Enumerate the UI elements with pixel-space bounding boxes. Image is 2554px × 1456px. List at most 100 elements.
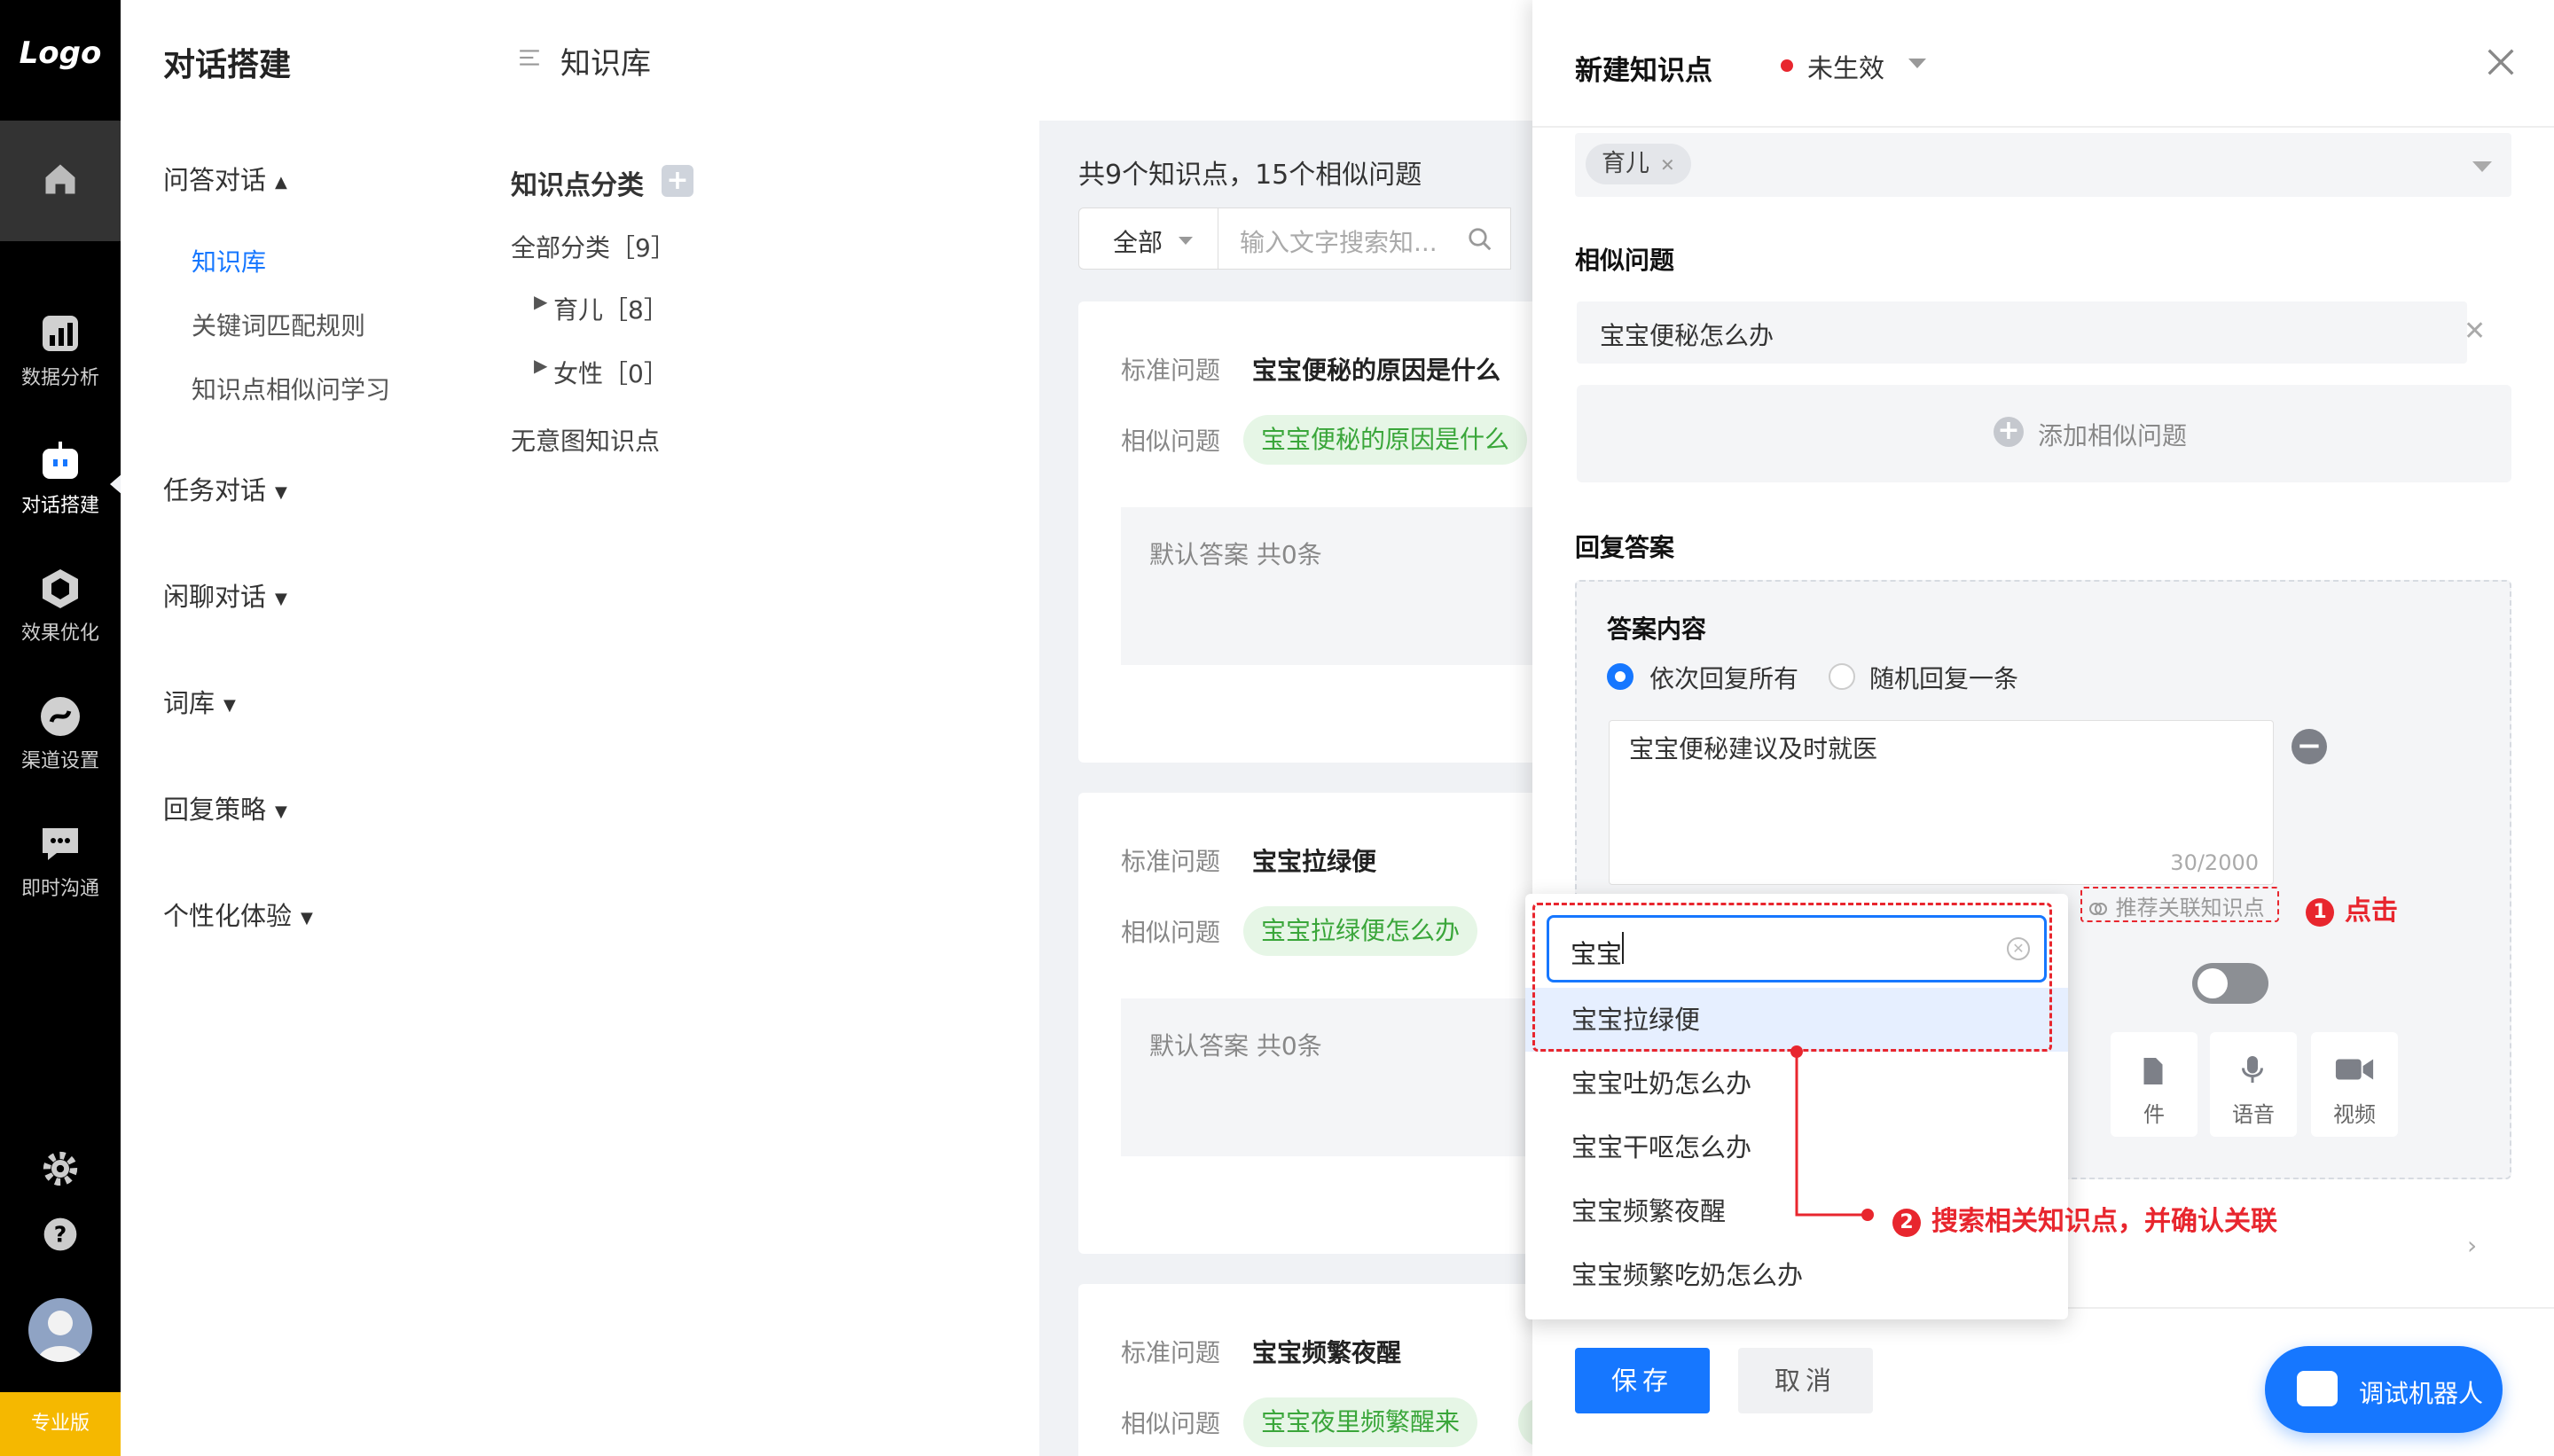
rail-item-analytics[interactable]: 数据分析	[0, 312, 121, 390]
status-dot	[1781, 59, 1793, 72]
sidebar-item-knowledge-base[interactable]: 知识库	[192, 243, 266, 278]
avatar[interactable]	[28, 1298, 92, 1362]
add-category-button[interactable]: +	[662, 165, 693, 197]
chevron-right-icon[interactable]: ›	[2467, 1231, 2477, 1260]
plus-circle-icon: +	[1994, 417, 2024, 447]
robot-icon	[2297, 1371, 2338, 1406]
std-label: 标准问题	[1121, 847, 1221, 876]
status-select[interactable]: 未生效	[1807, 48, 1884, 85]
cancel-button[interactable]: 取消	[1738, 1348, 1873, 1413]
robot-icon	[43, 442, 78, 479]
answer-textarea[interactable]: 宝宝便秘建议及时就医 30/2000	[1609, 720, 2274, 885]
category-parenting[interactable]: 育儿［8］	[553, 291, 669, 326]
rail-item-chat[interactable]: 即时沟通	[0, 823, 121, 901]
caret-right-icon[interactable]: ▶	[534, 355, 547, 376]
help-icon[interactable]: ?	[43, 1217, 78, 1252]
file-tool-button[interactable]: 件	[2111, 1032, 2198, 1137]
radio-reply-random[interactable]	[1829, 663, 1855, 690]
voice-tool-button[interactable]: 语音	[2210, 1032, 2297, 1137]
rail-item-dialog-build[interactable]: 对话搭建	[0, 440, 121, 518]
chip-close-icon[interactable]: ✕	[1660, 154, 1675, 176]
search-input[interactable]: 输入文字搜索知...	[1218, 207, 1511, 270]
radio-reply-all[interactable]	[1607, 663, 1633, 690]
category-women[interactable]: 女性［0］	[553, 355, 669, 390]
filter-select[interactable]: 全部	[1078, 207, 1218, 270]
home-icon	[45, 164, 75, 194]
tool-label: 语音	[2232, 1102, 2275, 1127]
annotation-text: 点击	[2345, 896, 2398, 927]
rail-item-label: 渠道设置	[20, 750, 99, 772]
microphone-icon	[2242, 1056, 2263, 1083]
radio-reply-random-label: 随机回复一条	[1869, 664, 2019, 693]
add-similar-label: 添加相似问题	[2038, 421, 2188, 450]
sidebar-group-label: 任务对话	[163, 475, 267, 505]
edition-badge: 专业版	[0, 1392, 121, 1456]
user-avatar-icon	[37, 1311, 83, 1362]
rail-item-label: 效果优化	[20, 622, 99, 645]
category-all[interactable]: 全部分类［9］	[511, 229, 676, 264]
caret-right-icon[interactable]: ▶	[534, 291, 547, 312]
sidebar-group-qa[interactable]: 问答对话 ▲	[163, 160, 287, 197]
sidebar-item-keyword-rules[interactable]: 关键词匹配规则	[192, 307, 365, 342]
secondary-sidebar: 对话搭建 问答对话 ▲ 知识库 关键词匹配规则 知识点相似问学习 任务对话 ▼ 闲聊…	[121, 0, 475, 1456]
annotation-box-2	[1532, 903, 2052, 1052]
divider	[1532, 126, 2554, 128]
std-question: 宝宝频繁夜醒	[1252, 1338, 1402, 1367]
rail-item-channel[interactable]: 渠道设置	[0, 695, 121, 773]
search-icon[interactable]	[1467, 226, 1493, 253]
sidebar-group-task[interactable]: 任务对话 ▼	[163, 470, 287, 507]
sidebar-group-label: 词库	[163, 688, 215, 718]
answer-summary: 默认答案 共0条	[1121, 507, 1564, 665]
chevron-down-icon	[1179, 237, 1193, 245]
rail-item-optimize[interactable]: 效果优化	[0, 568, 121, 646]
dropdown-option[interactable]: 宝宝频繁吃奶怎么办	[1525, 1243, 2068, 1307]
std-question: 宝宝拉绿便	[1252, 847, 1377, 876]
sidebar-group-label: 问答对话	[163, 165, 267, 195]
recommend-link[interactable]: 推荐关联知识点	[2088, 890, 2265, 921]
rail-item-label: 对话搭建	[20, 495, 99, 517]
remove-similar-icon[interactable]: ✕	[2464, 316, 2486, 347]
sidebar-group-chitchat[interactable]: 闲聊对话 ▼	[163, 576, 287, 614]
sim-label: 相似问题	[1121, 427, 1221, 456]
category-panel: 知识点分类 + 全部分类［9］ ▶ 育儿［8］ ▶ 女性［0］ 无意图知识点	[475, 121, 1039, 1456]
rail-item-label: 数据分析	[20, 367, 99, 389]
debug-robot-button[interactable]: 调试机器人	[2265, 1346, 2503, 1433]
svg-text:?: ?	[54, 1221, 67, 1247]
add-similar-button[interactable]: + 添加相似问题	[1577, 385, 2511, 482]
remove-answer-icon[interactable]: −	[2292, 729, 2327, 764]
category-chip-label: 育儿	[1602, 150, 1649, 177]
std-label: 标准问题	[1121, 1338, 1221, 1367]
menu-icon[interactable]	[518, 46, 541, 69]
chevron-down-icon[interactable]	[1908, 59, 1926, 68]
radio-reply-all-label: 依次回复所有	[1649, 664, 1799, 693]
sidebar-group-lexicon[interactable]: 词库 ▼	[163, 683, 236, 720]
save-button[interactable]: 保存	[1575, 1348, 1710, 1413]
answer-summary-text: 默认答案 共0条	[1149, 540, 1322, 569]
annotation-connector	[1790, 1045, 1874, 1221]
category-no-intent[interactable]: 无意图知识点	[511, 422, 660, 458]
close-icon[interactable]	[2483, 44, 2519, 80]
std-question: 宝宝便秘的原因是什么	[1252, 356, 1501, 385]
page-title: 知识库	[560, 46, 651, 82]
sidebar-title: 对话搭建	[163, 47, 292, 83]
annotation-step-2: 2 搜索相关知识点，并确认关联	[1892, 1199, 2277, 1238]
sidebar-group-reply-strategy[interactable]: 回复策略 ▼	[163, 789, 287, 826]
chevron-down-icon: ▼	[275, 802, 287, 821]
rail-item-label: 即时沟通	[20, 878, 99, 900]
std-label: 标准问题	[1121, 356, 1221, 385]
sidebar-item-similar-learning[interactable]: 知识点相似问学习	[192, 371, 390, 406]
video-camera-icon	[2335, 1059, 2374, 1080]
home-button[interactable]	[0, 121, 121, 241]
sidebar-group-personalization[interactable]: 个性化体验 ▼	[163, 896, 313, 933]
step-number: 1	[2306, 897, 2334, 927]
step-number: 2	[1892, 1208, 1921, 1237]
similar-question-input[interactable]: 宝宝便秘怎么办	[1577, 301, 2467, 364]
category-select[interactable]	[1575, 133, 2511, 197]
chevron-down-icon: ▼	[301, 908, 313, 928]
sim-label: 相似问题	[1121, 1409, 1221, 1438]
category-title: 知识点分类	[511, 170, 644, 201]
toggle-switch[interactable]	[2192, 963, 2268, 1004]
chevron-down-icon[interactable]	[2472, 161, 2492, 172]
settings-icon[interactable]	[43, 1151, 78, 1186]
video-tool-button[interactable]: 视频	[2311, 1032, 2398, 1137]
